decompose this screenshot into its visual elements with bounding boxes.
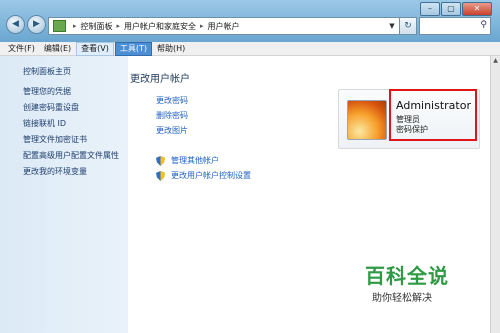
breadcrumb-separator-icon: ▸ [200, 22, 204, 30]
watermark-title: 百科全说 [365, 264, 449, 288]
remove-password-link[interactable]: 删除密码 [156, 110, 188, 121]
breadcrumb-control-panel[interactable]: 控制面板 [81, 21, 113, 32]
minimize-button[interactable]: – [420, 2, 440, 16]
manage-other-accounts-link[interactable]: 管理其他帐户 [171, 155, 219, 166]
search-icon[interactable]: ⚲ [480, 20, 487, 30]
menu-file[interactable]: 文件(F) [4, 43, 39, 55]
sidebar-item-manage-encryption-certs[interactable]: 管理文件加密证书 [23, 134, 87, 145]
menu-view[interactable]: 查看(V) [76, 41, 114, 56]
sidebar-item-link-online-id[interactable]: 链接联机 ID [23, 118, 66, 129]
menu-tools[interactable]: 工具(T) [114, 41, 152, 56]
avatar[interactable] [347, 100, 387, 140]
control-panel-window: – ▢ ✕ ◀ ▶ ▸ 控制面板 ▸ 用户帐户和家庭安全 ▸ 用户帐户 ▼ ↻ … [0, 0, 500, 333]
breadcrumb-separator-icon: ▸ [116, 22, 121, 30]
scroll-up-icon[interactable]: ▲ [491, 56, 500, 65]
breadcrumb-user-accounts[interactable]: 用户帐户 [208, 21, 240, 32]
maximize-button[interactable]: ▢ [441, 2, 461, 16]
sidebar-item-manage-credentials[interactable]: 管理您的凭据 [23, 86, 71, 97]
forward-arrow-icon[interactable]: ▶ [27, 15, 46, 34]
menu-edit[interactable]: 编辑(E) [40, 43, 75, 55]
breadcrumb: ▸ 控制面板 ▸ 用户帐户和家庭安全 ▸ 用户帐户 [69, 21, 240, 32]
breadcrumb-user-accounts-family[interactable]: 用户帐户和家庭安全 [124, 21, 196, 32]
uac-settings-link[interactable]: 更改用户帐户控制设置 [171, 170, 251, 181]
address-dropdown-icon[interactable]: ▼ [385, 22, 399, 30]
annotation-highlight-box [389, 89, 477, 141]
breadcrumb-separator-icon: ▸ [73, 22, 77, 30]
vertical-scrollbar[interactable]: ▲ [490, 56, 500, 333]
sidebar-item-environment-variables[interactable]: 更改我的环境变量 [23, 166, 87, 177]
change-password-link[interactable]: 更改密码 [156, 95, 188, 106]
sidebar-item-advanced-profile[interactable]: 配置高级用户配置文件属性 [23, 150, 119, 161]
refresh-icon[interactable]: ↻ [399, 17, 417, 35]
uac-shield-icon [156, 171, 165, 181]
watermark-subtitle: 助你轻松解决 [372, 293, 432, 304]
sidebar: 控制面板主页 管理您的凭据 创建密码重设盘 链接联机 ID 管理文件加密证书 配… [0, 56, 128, 333]
caption-buttons: – ▢ ✕ [420, 2, 492, 16]
address-bar[interactable]: ▸ 控制面板 ▸ 用户帐户和家庭安全 ▸ 用户帐户 ▼ [48, 17, 400, 35]
menu-bar: 文件(F) 编辑(E) 查看(V) 工具(T) 帮助(H) [0, 41, 500, 56]
close-button[interactable]: ✕ [462, 2, 492, 16]
back-arrow-icon[interactable]: ◀ [6, 15, 25, 34]
uac-shield-icon [156, 156, 165, 166]
menu-help[interactable]: 帮助(H) [153, 43, 189, 55]
navigation-buttons: ◀ ▶ [6, 15, 46, 34]
page-title: 更改用户帐户 [130, 74, 190, 85]
sidebar-item-create-reset-disk[interactable]: 创建密码重设盘 [23, 102, 79, 113]
search-input[interactable]: ⚲ [419, 17, 491, 35]
title-bar: – ▢ ✕ ◀ ▶ ▸ 控制面板 ▸ 用户帐户和家庭安全 ▸ 用户帐户 ▼ ↻ … [0, 0, 500, 42]
control-panel-icon [53, 20, 66, 32]
change-picture-link[interactable]: 更改图片 [156, 125, 188, 136]
sidebar-item-control-panel-home[interactable]: 控制面板主页 [23, 66, 71, 77]
